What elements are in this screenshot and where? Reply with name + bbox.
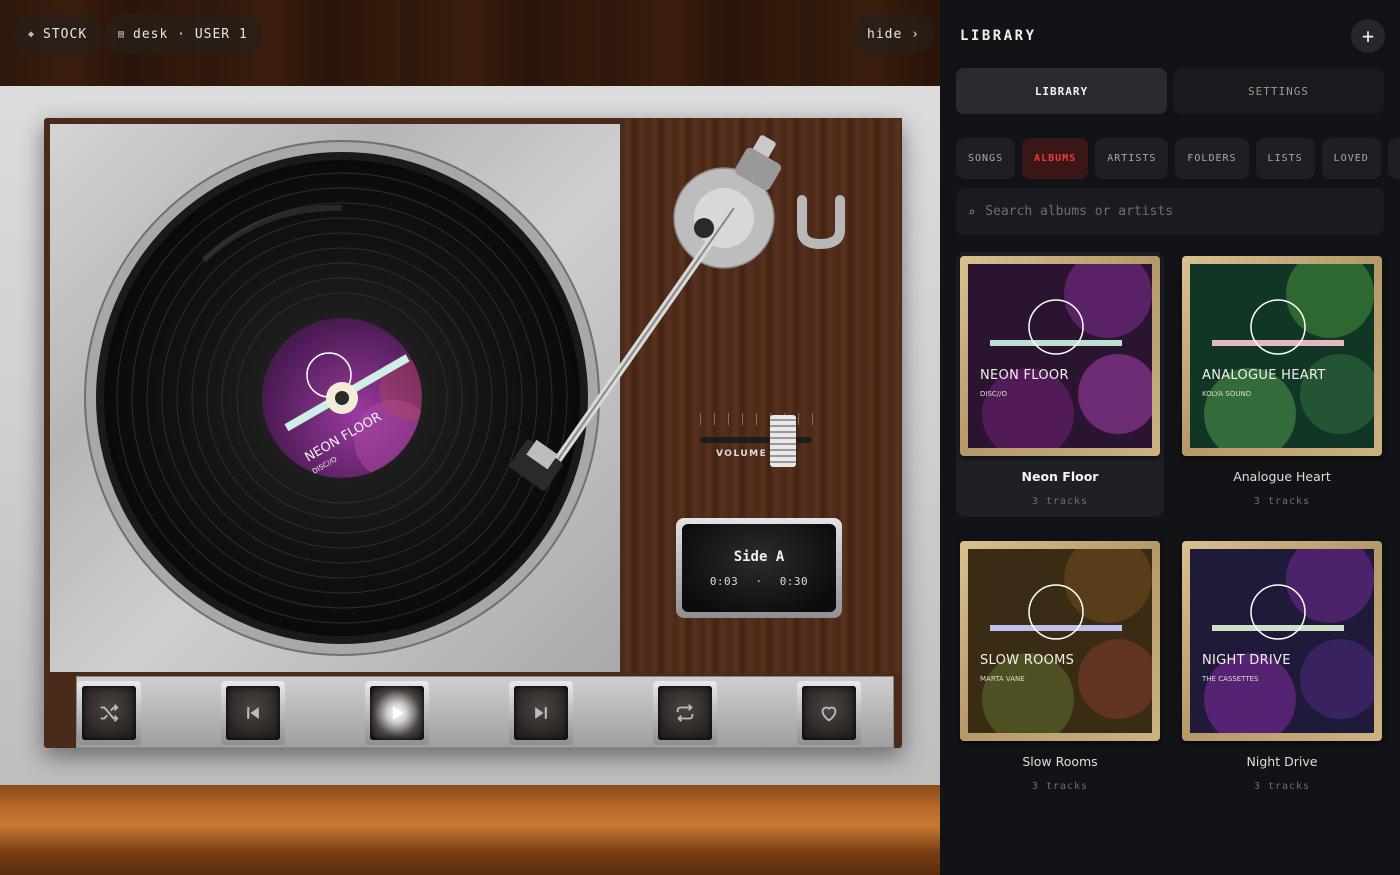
duration-time: 0:30 [779,574,809,588]
arm-rest [797,195,845,250]
display-screen: Side A 0:03 · 0:30 [682,524,836,612]
album-card-neon-floor[interactable]: NEON FLOOR DISC//O Neon Floor 3 tracks [956,252,1164,517]
mode-label: STOCK [43,26,88,42]
mode-button[interactable]: ◆ STOCK [14,14,102,54]
turntable-stage: ◆ STOCK ▤ desk · USER 1 hide › NEON FLOO… [0,0,940,875]
cover-stripe [1212,625,1344,631]
cover-title: NEON FLOOR [980,368,1069,383]
hide-button[interactable]: hide › [853,14,934,54]
album-cover: NEON FLOOR DISC//O [960,256,1160,456]
cover-subtitle: DISC//O [980,390,1008,398]
search-icon: ⌕ [968,204,976,219]
plus-icon: + [1361,24,1375,48]
cover-art [1190,264,1374,448]
filter-chips: SONGS ALBUMS ARTISTS FOLDERS LISTS LOVED… [956,138,1400,179]
volume-control[interactable]: VOLUME [698,413,814,473]
tab-settings[interactable]: SETTINGS [1173,68,1384,114]
wood-table [0,785,940,875]
elapsed-time: 0:03 [709,574,739,588]
skip-forward-icon [535,707,547,719]
filter-lists[interactable]: LISTS [1255,138,1315,179]
album-card-night-drive[interactable]: NIGHT DRIVE THE CASSETTES Night Drive 3 … [1178,537,1386,802]
filter-albums[interactable]: ALBUMS [1022,138,1089,179]
heart-icon [821,706,837,722]
time-separator: · [755,574,763,588]
device-label: desk · USER 1 [133,26,248,42]
volume-label: VOLUME [716,449,768,459]
album-cover: SLOW ROOMS MARTA VANE [960,541,1160,741]
cover-art [1190,549,1374,733]
device-icon: ▤ [118,28,126,40]
filter-folders[interactable]: FOLDERS [1175,138,1249,179]
album-card-analogue-heart[interactable]: ANALOGUE HEART KOLYA SOUND Analogue Hear… [1178,252,1386,517]
album-name: Neon Floor [1021,469,1099,484]
track-display: Side A 0:03 · 0:30 [676,518,842,618]
album-track-count: 3 tracks [1253,781,1311,792]
cover-stripe [990,340,1122,346]
shuffle-button[interactable] [77,681,141,745]
cover-stripe [1212,340,1344,346]
filter-artists[interactable]: ARTISTS [1095,138,1169,179]
hide-label: hide › [867,26,920,42]
album-track-count: 3 tracks [1253,496,1311,507]
cover-title: ANALOGUE HEART [1202,368,1326,383]
skip-back-icon [247,707,259,719]
album-name: Slow Rooms [1022,754,1098,769]
device-button[interactable]: ▤ desk · USER 1 [104,14,262,54]
album-track-count: 3 tracks [1031,781,1089,792]
album-cover: NIGHT DRIVE THE CASSETTES [1182,541,1382,741]
cover-art [968,264,1152,448]
library-panel: LIBRARY + LIBRARY SETTINGS SONGS ALBUMS … [940,0,1400,875]
love-button[interactable] [797,681,861,745]
album-cover: ANALOGUE HEART KOLYA SOUND [1182,256,1382,456]
album-name: Analogue Heart [1233,469,1331,484]
shuffle-icon [100,704,119,722]
cover-art [968,549,1152,733]
filter-loved[interactable]: LOVED [1321,138,1381,179]
volume-slider-knob[interactable] [770,415,797,467]
diamond-icon: ◆ [28,28,36,40]
panel-title: LIBRARY [960,28,1037,44]
cover-title: NIGHT DRIVE [1202,653,1291,668]
repeat-icon [676,704,694,722]
tab-library[interactable]: LIBRARY [956,68,1167,114]
album-name: Night Drive [1246,754,1318,769]
play-button[interactable] [365,681,429,745]
cover-subtitle: THE CASSETTES [1202,675,1259,683]
cover-stripe [990,625,1122,631]
cover-subtitle: KOLYA SOUND [1202,390,1252,398]
turntable-deck: NEON FLOOR DISC//O VOLUME Side A 0:03 · … [44,118,902,748]
album-card-slow-rooms[interactable]: SLOW ROOMS MARTA VANE Slow Rooms 3 track… [956,537,1164,802]
filter-rec[interactable]: REC [1387,138,1400,179]
cover-subtitle: MARTA VANE [980,675,1025,683]
time-readout: 0:03 · 0:30 [710,575,808,588]
cover-title: SLOW ROOMS [980,653,1075,668]
repeat-button[interactable] [653,681,717,745]
add-button[interactable]: + [1351,19,1385,53]
filter-songs[interactable]: SONGS [956,138,1016,179]
search-box[interactable]: ⌕ [956,188,1384,235]
volume-ticks [700,413,814,425]
play-icon [392,706,404,720]
next-button[interactable] [509,681,573,745]
transport-rail [76,676,894,748]
search-input[interactable] [985,204,1366,219]
side-label: Side A [733,548,785,565]
album-track-count: 3 tracks [1031,496,1089,507]
previous-button[interactable] [221,681,285,745]
